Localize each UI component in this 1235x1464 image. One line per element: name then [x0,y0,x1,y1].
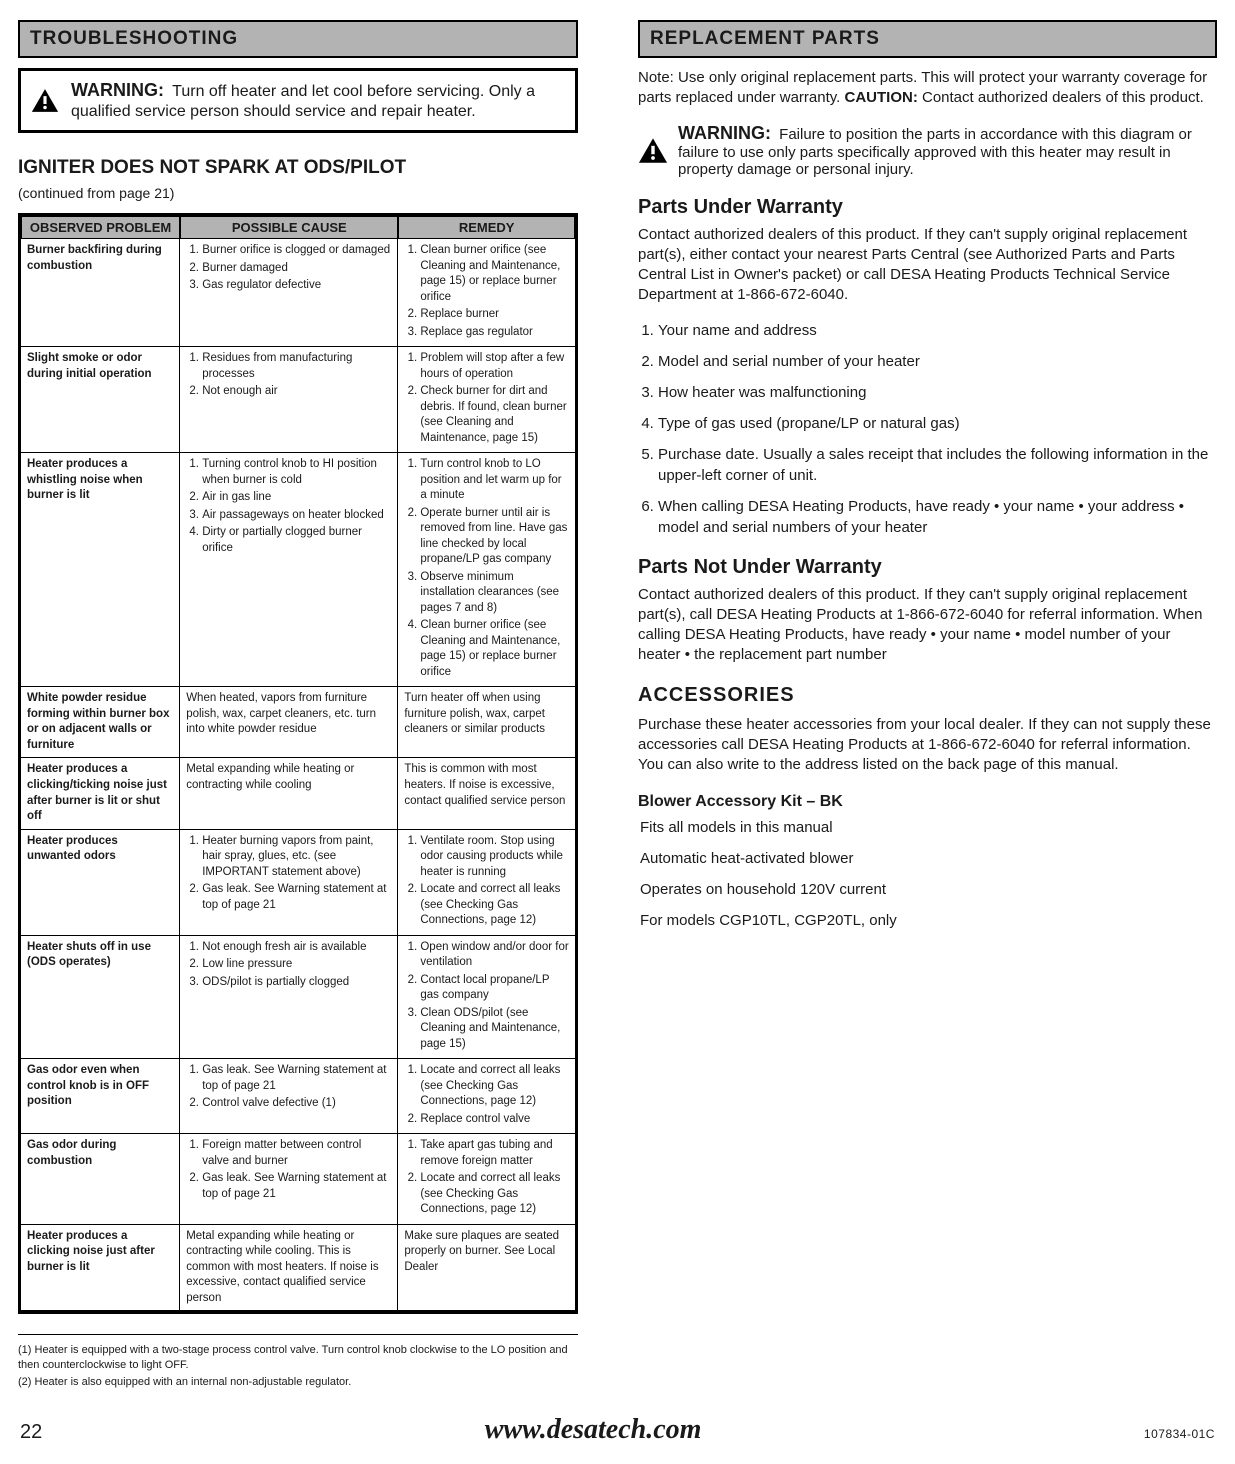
table-row: Gas odor during combustionForeign matter… [21,1134,575,1225]
cell-problem: Heater produces unwanted odors [21,830,180,936]
right-column: REPLACEMENT PARTS Note: Use only origina… [638,20,1217,1392]
list-item: Your name and address [658,320,1217,341]
table-row: Heater shuts off in use (ODS operates)No… [21,936,575,1060]
list-item: Operates on household 120V current [640,879,1217,900]
cell-problem: White powder residue forming within burn… [21,687,180,758]
table-row: White powder residue forming within burn… [21,687,575,758]
accessories-lead: Purchase these heater accessories from y… [638,715,1217,776]
section-title-troubleshooting: TROUBLESHOOTING [18,20,578,58]
cell-cause: Heater burning vapors from paint, hair s… [180,830,398,936]
warning-box: WARNING: Turn off heater and let cool be… [18,68,578,133]
page-number: 22 [20,1421,42,1444]
table-subnote: (continued from page 21) [18,185,578,201]
cell-cause: Residues from manufacturing processesNot… [180,347,398,453]
cell-cause: Metal expanding while heating or contrac… [180,758,398,829]
cell-cause: When heated, vapors from furniture polis… [180,687,398,758]
list-item: Purchase date. Usually a sales receipt t… [658,444,1217,486]
cell-cause: Metal expanding while heating or contrac… [180,1225,398,1312]
cell-remedy: Take apart gas tubing and remove foreign… [398,1134,575,1225]
th-remedy: REMEDY [398,216,575,239]
parts-under-warranty-intro: Contact authorized dealers of this produ… [638,225,1217,306]
replacement-lead: Note: Use only original replacement part… [638,68,1217,109]
footnote-1: (1) Heater is equipped with a two-stage … [18,1343,578,1373]
warning-icon [31,88,59,113]
table-row: Heater produces a clicking noise just af… [21,1225,575,1312]
list-item: Automatic heat-activated blower [640,848,1217,869]
table-row: Slight smoke or odor during initial oper… [21,347,575,453]
cell-remedy: Clean burner orifice (see Cleaning and M… [398,239,575,347]
cell-remedy: Problem will stop after a few hours of o… [398,347,575,453]
blower-bullets: Fits all models in this manual Automatic … [638,817,1217,931]
th-problem: OBSERVED PROBLEM [21,216,180,239]
cell-problem: Heater shuts off in use (ODS operates) [21,936,180,1060]
cell-problem: Gas odor during combustion [21,1134,180,1225]
cell-problem: Heater produces a clicking noise just af… [21,1225,180,1312]
table-row: Heater produces a whistling noise when b… [21,453,575,687]
cell-remedy: Turn heater off when using furniture pol… [398,687,575,758]
section-title-replacement: REPLACEMENT PARTS [638,20,1217,58]
cell-problem: Gas odor even when control knob is in OF… [21,1059,180,1134]
cell-cause: Turning control knob to HI position when… [180,453,398,687]
cell-cause: Gas leak. See Warning statement at top o… [180,1059,398,1134]
cell-remedy: This is common with most heaters. If noi… [398,758,575,829]
warranty-steps: Your name and address Model and serial nu… [638,320,1217,538]
table-row: Heater produces unwanted odorsHeater bur… [21,830,575,936]
cell-cause: Burner orifice is clogged or damagedBurn… [180,239,398,347]
page-footer: 22 www.desatech.com 107834-01C [0,1410,1235,1464]
parts-not-under-warranty-title: Parts Not Under Warranty [638,556,1217,579]
accessories-title: ACCESSORIES [638,684,1217,707]
list-item: Model and serial number of your heater [658,351,1217,372]
inline-warning-label: WARNING: [678,123,771,143]
cell-remedy: Turn control knob to LO position and let… [398,453,575,687]
th-cause: POSSIBLE CAUSE [180,216,398,239]
footer-brand: www.desatech.com [485,1414,702,1446]
cell-cause: Not enough fresh air is availableLow lin… [180,936,398,1060]
list-item: How heater was malfunctioning [658,382,1217,403]
list-item: For models CGP10TL, CGP20TL, only [640,910,1217,931]
cell-problem: Slight smoke or odor during initial oper… [21,347,180,453]
cell-problem: Heater produces a clicking/ticking noise… [21,758,180,829]
cell-problem: Burner backfiring during combustion [21,239,180,347]
list-item: When calling DESA Heating Products, have… [658,496,1217,538]
table-row: Heater produces a clicking/ticking noise… [21,758,575,829]
cell-remedy: Open window and/or door for ventilationC… [398,936,575,1060]
blower-kit-title: Blower Accessory Kit – BK [638,793,1217,811]
left-column: TROUBLESHOOTING WARNING: Turn off heater… [18,20,578,1392]
warning-icon [638,137,668,164]
warning-label: WARNING: [71,80,164,100]
footer-model: 107834-01C [1144,1427,1215,1441]
cell-remedy: Make sure plaques are seated properly on… [398,1225,575,1312]
footnotes: (1) Heater is equipped with a two-stage … [18,1334,578,1390]
cell-cause: Foreign matter between control valve and… [180,1134,398,1225]
table-heading: IGNITER DOES NOT SPARK AT ODS/PILOT [18,157,578,179]
cell-remedy: Ventilate room. Stop using odor causing … [398,830,575,936]
parts-not-under-warranty-text: Contact authorized dealers of this produ… [638,585,1217,666]
troubleshooting-table: OBSERVED PROBLEM POSSIBLE CAUSE REMEDY B… [18,213,578,1314]
cell-problem: Heater produces a whistling noise when b… [21,453,180,687]
cell-remedy: Locate and correct all leaks (see Checki… [398,1059,575,1134]
parts-under-warranty-title: Parts Under Warranty [638,196,1217,219]
inline-warning: WARNING: Failure to position the parts i… [638,123,1217,178]
table-row: Burner backfiring during combustionBurne… [21,239,575,347]
table-row: Gas odor even when control knob is in OF… [21,1059,575,1134]
list-item: Type of gas used (propane/LP or natural … [658,413,1217,434]
footnote-2: (2) Heater is also equipped with an inte… [18,1375,578,1390]
list-item: Fits all models in this manual [640,817,1217,838]
